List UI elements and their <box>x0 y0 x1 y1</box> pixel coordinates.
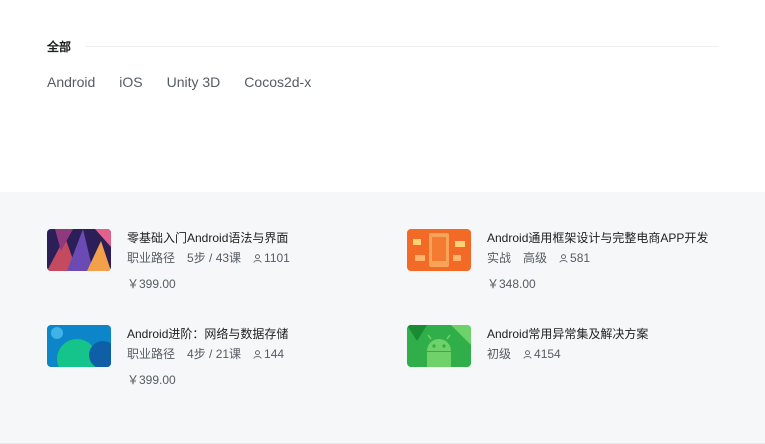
course-title[interactable]: 零基础入门Android语法与界面 <box>127 229 377 247</box>
course-card[interactable]: 零基础入门Android语法与界面 职业路径 5步 / 43课 1101 ￥39… <box>47 229 377 301</box>
tag-android[interactable]: Android <box>47 73 95 91</box>
user-icon <box>253 253 262 263</box>
category-title: 全部 <box>47 39 72 54</box>
course-thumbnail[interactable] <box>47 325 111 367</box>
course-price: ￥399.00 <box>127 277 176 291</box>
course-title[interactable]: Android常用异常集及解决方案 <box>487 325 737 343</box>
student-count: 581 <box>559 249 602 267</box>
student-count-value: 4154 <box>534 347 561 361</box>
course-type: 职业路径 <box>127 347 176 361</box>
course-title[interactable]: Android进阶：网络与数据存储 <box>127 325 377 343</box>
course-price: ￥399.00 <box>127 373 176 387</box>
course-thumbnail[interactable] <box>47 229 111 271</box>
course-meta: 实战 高级 581 <box>487 249 737 267</box>
course-title[interactable]: Android通用框架设计与完整电商APP开发 <box>487 229 737 247</box>
course-type: 职业路径 <box>127 251 176 265</box>
tag-unity3d[interactable]: Unity 3D <box>167 73 221 91</box>
course-steps: 5步 / 43课 <box>187 251 242 265</box>
course-meta: 职业路径 5步 / 43课 1101 <box>127 249 377 267</box>
tag-cocos2dx[interactable]: Cocos2d-x <box>244 73 311 91</box>
student-count: 4154 <box>523 345 573 363</box>
course-steps: 4步 / 21课 <box>187 347 242 361</box>
student-count: 144 <box>253 345 296 363</box>
course-card[interactable]: Android常用异常集及解决方案 初级 4154 <box>407 325 737 397</box>
course-meta: 初级 4154 <box>487 345 737 363</box>
tag-list: Android iOS Unity 3D Cocos2d-x <box>47 73 335 91</box>
user-icon <box>253 349 262 359</box>
user-icon <box>523 349 532 359</box>
tag-ios[interactable]: iOS <box>119 73 142 91</box>
course-level: 初级 <box>487 347 512 361</box>
course-meta: 职业路径 4步 / 21课 144 <box>127 345 377 363</box>
student-count: 1101 <box>253 249 302 267</box>
student-count-value: 581 <box>570 251 591 265</box>
course-price: ￥348.00 <box>487 277 536 291</box>
course-level: 高级 <box>523 251 548 265</box>
category-header: 全部 <box>47 38 719 54</box>
course-card[interactable]: Android进阶：网络与数据存储 职业路径 4步 / 21课 144 ￥399… <box>47 325 377 397</box>
course-card[interactable]: Android通用框架设计与完整电商APP开发 实战 高级 581 ￥348.0… <box>407 229 737 301</box>
category-section: 全部 Android iOS Unity 3D Cocos2d-x <box>0 0 765 192</box>
student-count-value: 1101 <box>264 251 290 265</box>
divider <box>85 45 719 47</box>
user-icon <box>559 253 568 263</box>
course-list-section: 零基础入门Android语法与界面 职业路径 5步 / 43课 1101 ￥39… <box>0 192 765 444</box>
student-count-value: 144 <box>264 347 285 361</box>
course-thumbnail[interactable] <box>407 325 471 367</box>
course-thumbnail[interactable] <box>407 229 471 271</box>
course-type: 实战 <box>487 251 512 265</box>
